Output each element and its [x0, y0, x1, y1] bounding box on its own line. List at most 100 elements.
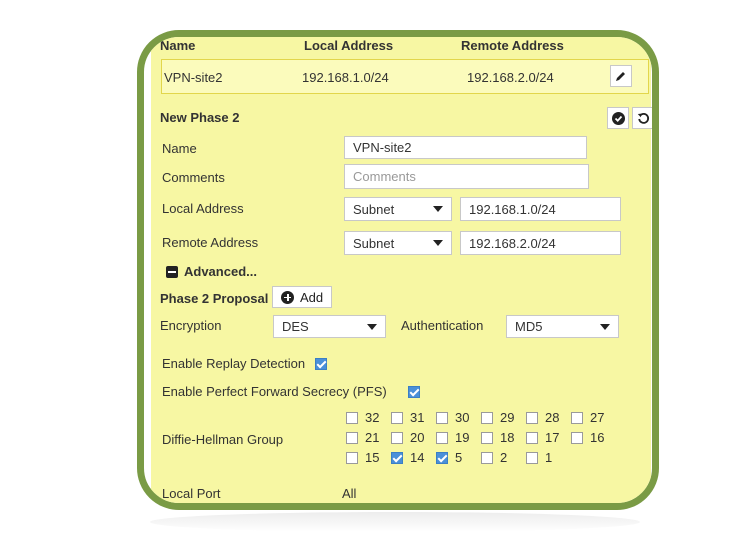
advanced-toggle[interactable]: Advanced... — [166, 264, 257, 279]
dh-group-value: 27 — [590, 410, 605, 425]
check-circle-icon — [611, 111, 625, 125]
dh-group-value: 1 — [545, 450, 553, 465]
col-header-local-address: Local Address — [304, 38, 394, 53]
dh-group-option[interactable]: 18 — [481, 430, 514, 445]
dh-group-checkbox[interactable] — [526, 451, 538, 464]
save-button[interactable] — [607, 107, 629, 129]
dh-group-option[interactable]: 1 — [526, 450, 552, 465]
frame-shadow — [150, 512, 640, 532]
dh-group-option[interactable]: 19 — [436, 430, 469, 445]
pfs-label: Enable Perfect Forward Secrecy (PFS) — [162, 384, 387, 399]
dh-group-checkbox[interactable] — [346, 451, 358, 464]
dh-group-checkbox[interactable] — [391, 451, 403, 464]
reset-button[interactable] — [632, 107, 652, 129]
authentication-label: Authentication — [401, 318, 484, 333]
undo-icon — [637, 112, 649, 124]
pfs-checkbox[interactable] — [408, 386, 421, 398]
dh-group-checkbox[interactable] — [481, 431, 493, 444]
local-address-label: Local Address — [162, 201, 244, 216]
dh-group-option[interactable]: 28 — [526, 410, 559, 425]
dh-group-option[interactable]: 32 — [346, 410, 379, 425]
highlight-frame: Name Local Address Remote Address VPN-si… — [137, 30, 659, 510]
add-label: Add — [300, 289, 324, 305]
local-address-input[interactable]: 192.168.1.0/24 — [460, 197, 621, 221]
add-proposal-button[interactable]: Add — [272, 286, 333, 308]
dh-group-value: 32 — [365, 410, 380, 425]
edit-button[interactable] — [610, 65, 632, 87]
dh-group-option[interactable]: 14 — [391, 450, 424, 465]
dh-group-option[interactable]: 31 — [391, 410, 424, 425]
chevron-down-icon — [433, 240, 443, 246]
chevron-down-icon — [367, 323, 377, 330]
dh-group-option[interactable]: 27 — [571, 410, 604, 425]
dh-group-checkbox[interactable] — [571, 411, 583, 424]
dh-group-value: 21 — [365, 430, 380, 445]
dh-group-option[interactable]: 17 — [526, 430, 559, 445]
col-header-name: Name — [160, 38, 196, 53]
dh-group-value: 20 — [410, 430, 425, 445]
dh-group-option[interactable]: 5 — [436, 450, 462, 465]
dh-group-value: 31 — [410, 410, 425, 425]
dh-group-value: 15 — [365, 450, 380, 465]
chevron-down-icon — [600, 323, 610, 330]
dh-group-value: 14 — [410, 450, 425, 465]
collapse-icon — [166, 265, 178, 278]
dh-group-value: 5 — [455, 450, 463, 465]
comments-textarea[interactable]: Comments — [344, 164, 589, 189]
dh-group-value: 16 — [590, 430, 605, 445]
dh-group-checkbox[interactable] — [526, 431, 538, 444]
remote-address-input[interactable]: 192.168.2.0/24 — [460, 231, 621, 255]
dh-group-checkbox[interactable] — [436, 411, 448, 424]
dh-group-checkbox[interactable] — [391, 411, 403, 424]
replay-detection-checkbox[interactable] — [315, 358, 327, 370]
authentication-select[interactable]: MD5 — [506, 315, 619, 338]
dh-group-checkbox[interactable] — [346, 411, 358, 424]
dh-group-checkbox[interactable] — [481, 411, 493, 424]
dh-group-label: Diffie-Hellman Group — [162, 432, 284, 447]
dh-group-checkbox[interactable] — [571, 431, 583, 444]
dh-group-checkbox[interactable] — [391, 431, 403, 444]
local-port-value: All — [342, 486, 357, 501]
local-address-type-select[interactable]: Subnet — [344, 197, 452, 221]
advanced-label: Advanced... — [184, 264, 257, 279]
remote-address-type-select[interactable]: Subnet — [344, 231, 452, 255]
local-port-label: Local Port — [162, 486, 221, 501]
local-address-type-value: Subnet — [353, 201, 395, 217]
dh-group-option[interactable]: 2 — [481, 450, 507, 465]
encryption-value: DES — [282, 319, 309, 334]
dh-group-checkbox[interactable] — [526, 411, 538, 424]
dh-group-value: 19 — [455, 430, 470, 445]
encryption-select[interactable]: DES — [273, 315, 386, 338]
dh-group-option[interactable]: 20 — [391, 430, 424, 445]
dh-group-checkbox[interactable] — [436, 431, 448, 444]
chevron-down-icon — [433, 206, 443, 212]
dh-group-checkbox[interactable] — [436, 451, 448, 464]
authentication-value: MD5 — [515, 319, 543, 334]
replay-detection-label: Enable Replay Detection — [162, 356, 306, 371]
section-title: New Phase 2 — [160, 110, 240, 125]
dh-group-value: 17 — [545, 430, 560, 445]
dh-group-option[interactable]: 16 — [571, 430, 604, 445]
dh-group-value: 18 — [500, 430, 515, 445]
row-remote-address: 192.168.2.0/24 — [467, 70, 554, 85]
table-row[interactable]: VPN-site2 192.168.1.0/24 192.168.2.0/24 — [161, 59, 649, 94]
row-local-address: 192.168.1.0/24 — [302, 70, 389, 85]
local-port-all-checkbox[interactable] — [364, 506, 376, 510]
encryption-label: Encryption — [160, 318, 222, 333]
remote-address-label: Remote Address — [162, 235, 259, 250]
remote-address-type-value: Subnet — [353, 235, 395, 251]
dh-group-checkbox[interactable] — [481, 451, 493, 464]
dh-group-value: 30 — [455, 410, 470, 425]
plus-circle-icon — [281, 290, 294, 304]
dh-group-option[interactable]: 29 — [481, 410, 514, 425]
comments-label: Comments — [162, 170, 225, 185]
row-name: VPN-site2 — [164, 70, 223, 85]
name-input[interactable]: VPN-site2 — [344, 136, 587, 159]
dh-group-value: 28 — [545, 410, 560, 425]
dh-group-option[interactable]: 30 — [436, 410, 469, 425]
dh-group-value: 2 — [500, 450, 508, 465]
dh-group-option[interactable]: 15 — [346, 450, 379, 465]
dh-group-checkbox[interactable] — [346, 431, 358, 444]
proposal-label: Phase 2 Proposal — [160, 291, 269, 306]
dh-group-option[interactable]: 21 — [346, 430, 379, 445]
